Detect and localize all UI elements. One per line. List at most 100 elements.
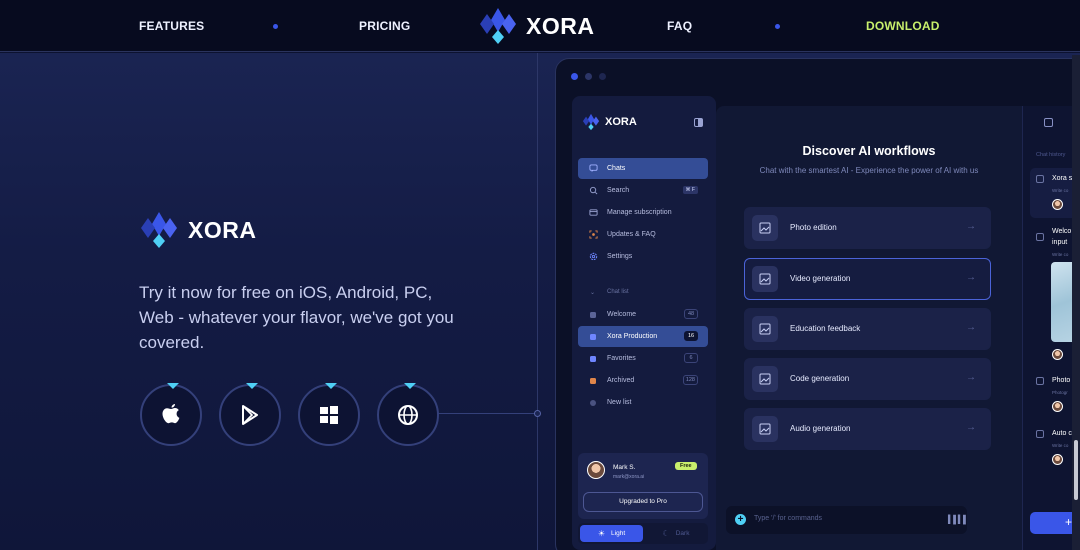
theme-label: Light <box>611 530 626 537</box>
sun-icon: ☀ <box>597 529 606 538</box>
nav-pricing-link[interactable]: PRICING <box>359 19 410 33</box>
avatar <box>1052 401 1063 412</box>
workflow-label: Audio generation <box>790 424 851 433</box>
menu-item-label: Search <box>607 187 630 194</box>
shortcut-badge: ⌘ F <box>682 186 698 194</box>
arrow-right-icon: → <box>966 272 976 283</box>
add-list-icon <box>590 400 596 406</box>
workflow-education-feedback[interactable]: Education feedback → <box>744 308 991 350</box>
hero-description: Try it now for free on iOS, Android, PC,… <box>139 283 454 352</box>
workflow-label: Video generation <box>790 274 851 283</box>
avatar <box>1052 199 1063 210</box>
nav-faq-link[interactable]: FAQ <box>667 19 692 33</box>
image-icon <box>752 316 778 342</box>
android-download-button[interactable] <box>219 383 281 446</box>
list-color-icon <box>590 356 596 362</box>
web-download-button[interactable] <box>377 383 439 446</box>
list-count-badge: 6 <box>684 353 698 363</box>
checkbox[interactable] <box>1036 233 1044 241</box>
avatar[interactable] <box>587 461 605 479</box>
window-dot <box>585 73 592 80</box>
new-window-icon[interactable] <box>1044 118 1053 127</box>
nav-features-link[interactable]: FEATURES <box>139 19 204 33</box>
workflow-label: Code generation <box>790 374 850 383</box>
workflow-photo-edition[interactable]: Photo edition → <box>744 207 991 249</box>
prompt-placeholder: Type '/' for commands <box>754 515 823 522</box>
google-play-icon <box>242 405 258 425</box>
history-item-sub: Photogr <box>1052 390 1068 395</box>
dark-theme-button[interactable]: ☾ Dark <box>645 525 707 542</box>
window-dot <box>571 73 578 80</box>
arrow-right-icon: → <box>966 221 976 232</box>
image-icon <box>752 266 778 292</box>
list-item-xora-production[interactable]: Xora Production 16 <box>578 326 708 347</box>
user-name: Mark S. <box>613 464 636 471</box>
avatar <box>1052 454 1063 465</box>
menu-item-label: Manage subscription <box>607 209 672 216</box>
list-count-badge: 48 <box>684 309 698 319</box>
theme-label: Dark <box>675 530 690 537</box>
list-item-label: Welcome <box>607 311 637 318</box>
main-title: Discover AI workflows <box>802 144 936 158</box>
web-icon <box>398 405 418 425</box>
avatar <box>1052 349 1063 360</box>
history-item-title: Photo <box>1052 377 1071 384</box>
list-item-archived[interactable]: Archived 128 <box>578 370 708 391</box>
history-item-sub: Write co <box>1052 252 1069 257</box>
app-brand-name: XORA <box>605 116 637 128</box>
audio-wave-icon[interactable]: ▍▌▍▌ <box>948 515 969 524</box>
history-item-title: input <box>1052 239 1068 246</box>
main-subtitle: Chat with the smartest AI - Experience t… <box>759 166 979 175</box>
checkbox[interactable] <box>1036 377 1044 385</box>
list-item-welcome[interactable]: Welcome 48 <box>578 304 708 325</box>
xora-logo-icon <box>480 8 516 44</box>
image-icon <box>752 215 778 241</box>
upgrade-button[interactable]: Upgraded to Pro <box>583 492 703 512</box>
xora-logo-icon <box>582 113 600 131</box>
image-icon <box>752 366 778 392</box>
gear-icon <box>589 252 598 261</box>
list-color-icon <box>590 334 596 340</box>
window-dot <box>599 73 606 80</box>
menu-item-search[interactable]: Search ⌘ F <box>578 180 708 201</box>
nav-logo[interactable]: XORA <box>478 6 594 46</box>
list-item-label: Favorites <box>607 355 636 362</box>
list-count-badge: 128 <box>682 375 698 385</box>
list-item-new-list[interactable]: New list <box>578 392 708 413</box>
divider-line <box>537 53 538 550</box>
menu-item-label: Updates & FAQ <box>607 231 656 238</box>
checkbox[interactable] <box>1036 175 1044 183</box>
menu-item-subscription[interactable]: Manage subscription <box>578 202 708 223</box>
apple-download-button[interactable] <box>140 383 202 446</box>
menu-item-settings[interactable]: Settings <box>578 246 708 267</box>
list-color-icon <box>590 378 596 384</box>
history-item-title: Xora s <box>1052 175 1073 182</box>
checkbox[interactable] <box>1036 430 1044 438</box>
light-theme-button[interactable]: ☀ Light <box>580 525 643 542</box>
menu-item-updates[interactable]: Updates & FAQ <box>578 224 708 245</box>
list-item-label: Xora Production <box>607 333 658 340</box>
sidebar-collapse-icon[interactable] <box>694 118 703 127</box>
plus-icon[interactable]: + <box>735 514 746 525</box>
history-item-title: Auto c <box>1052 430 1072 437</box>
app-brand: XORA <box>582 113 637 131</box>
hero-logo: XORA <box>139 210 256 250</box>
menu-item-chats[interactable]: Chats <box>578 158 708 179</box>
workflow-audio-generation[interactable]: Audio generation → <box>744 408 991 450</box>
windows-download-button[interactable] <box>298 383 360 446</box>
user-email: mark@xora.ai <box>613 474 645 480</box>
list-item-favorites[interactable]: Favorites 6 <box>578 348 708 369</box>
card-icon <box>589 209 598 216</box>
chevron-down-icon[interactable]: ⌄ <box>590 289 595 296</box>
menu-item-label: Settings <box>607 253 633 260</box>
workflow-code-generation[interactable]: Code generation → <box>744 358 991 400</box>
history-item-title: Welco <box>1052 228 1072 235</box>
nav-download-link[interactable]: DOWNLOAD <box>866 19 940 33</box>
chat-icon <box>589 164 598 173</box>
windows-icon <box>320 406 338 424</box>
workflow-video-generation[interactable]: Video generation → <box>744 258 991 300</box>
nav-brand-name: XORA <box>526 12 595 39</box>
list-item-label: New list <box>607 399 632 406</box>
scrollbar-thumb[interactable] <box>1074 440 1078 500</box>
divider-line <box>1022 106 1023 550</box>
